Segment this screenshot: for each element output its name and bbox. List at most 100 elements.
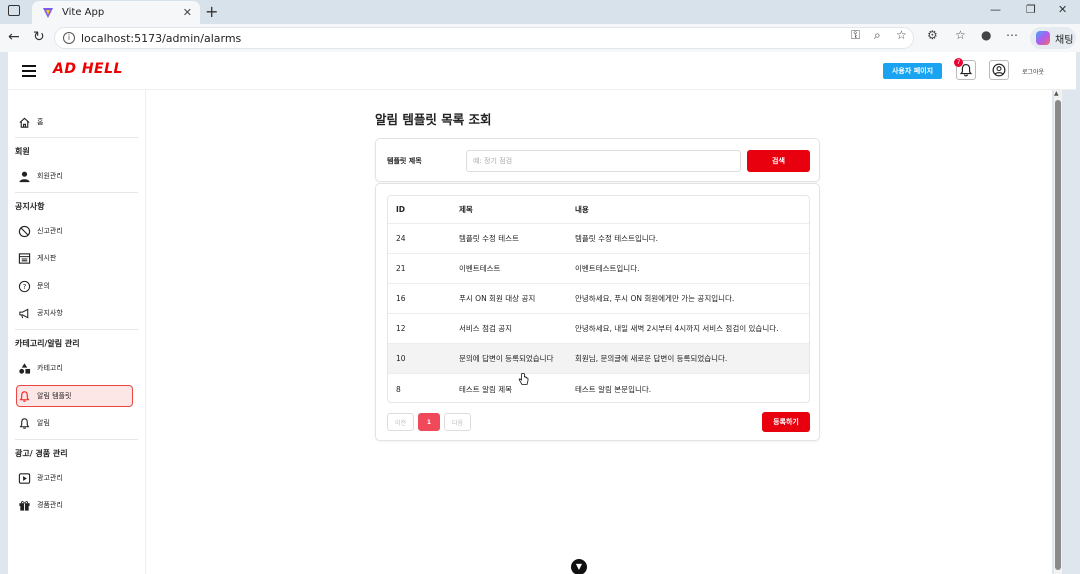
browser-tab[interactable]: Vite App ✕ (32, 1, 200, 24)
site-logo[interactable]: AD HELL (53, 61, 123, 77)
divider (15, 137, 138, 138)
person-icon (19, 171, 30, 182)
scroll-down-icon[interactable]: ▼ (571, 559, 587, 574)
user-account-button[interactable] (989, 60, 1009, 80)
scrollbar-thumb[interactable] (1055, 100, 1061, 570)
template-list-card: ID 제목 내용 24 템플릿 수정 테스트 템플릿 수정 테스트입니다. 21… (375, 183, 820, 441)
table-row[interactable]: 12 서비스 점검 공지 안녕하세요, 내일 새벽 2시부터 4시까지 서비스 … (388, 314, 809, 344)
app-header: AD HELL 사용자 페이지 7 로그아웃 (8, 52, 1076, 90)
pagination: 이전 1 다음 (387, 413, 471, 431)
minimize-icon[interactable]: — (990, 3, 1001, 16)
sidebar-item-label: 회원관리 (37, 172, 63, 180)
browser-tab-bar: Vite App ✕ + — ❐ ✕ (0, 0, 1080, 24)
favorite-star-icon[interactable]: ☆ (896, 28, 907, 42)
section-category: 카테고리/알림 관리 (15, 339, 80, 348)
cell-id: 16 (396, 294, 406, 303)
sidebar-item-label: 문의 (37, 282, 50, 290)
cell-content: 이벤트테스트입니다. (575, 264, 640, 273)
table-row[interactable]: 8 테스트 알림 제목 테스트 알림 본문입니다. (388, 374, 809, 402)
sidebar-item-board[interactable]: 게시판 (18, 249, 56, 267)
key-icon[interactable]: ⚿ (851, 28, 860, 43)
search-label: 템플릿 제목 (387, 157, 422, 165)
sidebar-item-label: 알림 템플릿 (37, 392, 72, 400)
browser-toolbar: ← ↻ i localhost:5173/admin/alarms ⚿ ⌕ ☆ … (0, 24, 1080, 52)
sidebar-item-label: 카테고리 (37, 364, 63, 372)
copilot-chat-button[interactable]: 채팅 (1030, 27, 1076, 49)
cell-title: 테스트 알림 제목 (459, 384, 513, 394)
sidebar-item-alarm-templates-content: 알림 템플릿 (18, 387, 71, 405)
close-window-icon[interactable]: ✕ (1058, 3, 1067, 16)
template-table: ID 제목 내용 24 템플릿 수정 테스트 템플릿 수정 테스트입니다. 21… (387, 195, 810, 403)
table-row[interactable]: 24 템플릿 수정 테스트 템플릿 수정 테스트입니다. (388, 224, 809, 254)
more-icon[interactable]: ⋯ (1006, 28, 1018, 42)
sidebar-item-home[interactable]: 홈 (18, 113, 43, 131)
page-button-current[interactable]: 1 (418, 413, 440, 431)
user-page-button[interactable]: 사용자 페이지 (883, 63, 942, 79)
hand-cursor-icon (518, 373, 529, 385)
cell-content: 테스트 알림 본문입니다. (575, 384, 652, 394)
back-icon[interactable]: ← (8, 29, 20, 45)
scroll-up-arrow-icon[interactable]: ▲ (1054, 90, 1059, 97)
notification-badge: 7 (954, 58, 963, 67)
extensions-icon[interactable]: ⚙ (927, 28, 938, 42)
search-input[interactable] (466, 150, 741, 172)
cell-id: 8 (396, 384, 401, 394)
section-members: 회원 (15, 147, 30, 156)
megaphone-icon (19, 307, 29, 319)
sidebar-item-ads[interactable]: 광고관리 (18, 469, 63, 487)
reload-icon[interactable]: ↻ (33, 29, 45, 45)
address-bar[interactable]: i localhost:5173/admin/alarms (54, 27, 914, 49)
next-page-button[interactable]: 다음 (444, 413, 471, 431)
sidebar-item-category[interactable]: 카테고리 (18, 359, 63, 377)
favorites-icon[interactable]: ☆ (955, 28, 966, 42)
sidebar-item-inquiry[interactable]: ? 문의 (18, 277, 50, 295)
sidebar-item-members[interactable]: 회원관리 (18, 167, 63, 185)
copilot-icon (1036, 31, 1050, 45)
chat-label: 채팅 (1055, 34, 1074, 46)
new-tab-icon[interactable]: + (205, 2, 218, 21)
cell-id: 21 (396, 264, 406, 273)
cell-id: 10 (396, 354, 406, 363)
sidebar-item-label: 알림 (37, 419, 50, 427)
main-content: 알림 템플릿 목록 조회 템플릿 제목 검색 ID 제목 내용 24 템플릿 수… (146, 90, 1052, 574)
cell-title: 이벤트테스트 (459, 264, 501, 273)
prev-page-button[interactable]: 이전 (387, 413, 414, 431)
bell-icon (19, 390, 30, 402)
search-card: 템플릿 제목 검색 (375, 138, 820, 182)
vite-logo-icon (43, 7, 53, 18)
logout-link[interactable]: 로그아웃 (1022, 67, 1044, 76)
gift-icon (19, 500, 30, 511)
search-button[interactable]: 검색 (747, 150, 810, 172)
close-tab-icon[interactable]: ✕ (183, 6, 192, 19)
table-row[interactable]: 21 이벤트테스트 이벤트테스트입니다. (388, 254, 809, 284)
sidebar-item-prizes[interactable]: 경품관리 (18, 496, 63, 514)
play-video-icon (18, 472, 31, 484)
cell-content: 안녕하세요, 내일 새벽 2시부터 4시까지 서비스 점검이 있습니다. (575, 324, 779, 333)
sidebar-item-reports[interactable]: 신고관리 (18, 222, 63, 240)
bell-icon (19, 417, 30, 429)
sidebar-item-notice[interactable]: 공지사항 (18, 304, 63, 322)
site-info-icon[interactable]: i (63, 32, 75, 44)
url-text: localhost:5173/admin/alarms (81, 31, 242, 45)
sidebar-item-label: 경품관리 (37, 501, 63, 509)
maximize-icon[interactable]: ❐ (1026, 3, 1036, 16)
home-icon (19, 117, 30, 128)
section-notice: 공지사항 (15, 202, 45, 211)
section-ads: 광고/ 경품 관리 (15, 449, 68, 458)
hamburger-menu-icon[interactable] (22, 65, 36, 77)
profile-icon[interactable]: ● (981, 28, 991, 42)
sidebar-item-label: 게시판 (37, 254, 57, 262)
sidebar-item-alarms[interactable]: 알림 (18, 414, 50, 432)
cell-content: 회원님, 문의글에 새로운 답변이 등록되었습니다. (575, 354, 728, 363)
cell-title: 서비스 점검 공지 (459, 324, 513, 333)
table-row[interactable]: 16 푸시 ON 회원 대상 공지 안녕하세요, 푸시 ON 회원에게만 가는 … (388, 284, 809, 314)
user-circle-icon (992, 63, 1006, 77)
sidebar-item-label: 신고관리 (37, 227, 63, 235)
cell-title: 문의에 답변이 등록되었습니다 (459, 354, 554, 363)
register-button[interactable]: 등록하기 (762, 412, 810, 432)
tab-title: Vite App (62, 7, 105, 18)
tab-actions-icon[interactable] (8, 5, 20, 16)
zoom-icon[interactable]: ⌕ (874, 28, 881, 43)
table-row[interactable]: 10 문의에 답변이 등록되었습니다 회원님, 문의글에 새로운 답변이 등록되… (388, 344, 809, 374)
question-circle-icon: ? (18, 280, 31, 292)
